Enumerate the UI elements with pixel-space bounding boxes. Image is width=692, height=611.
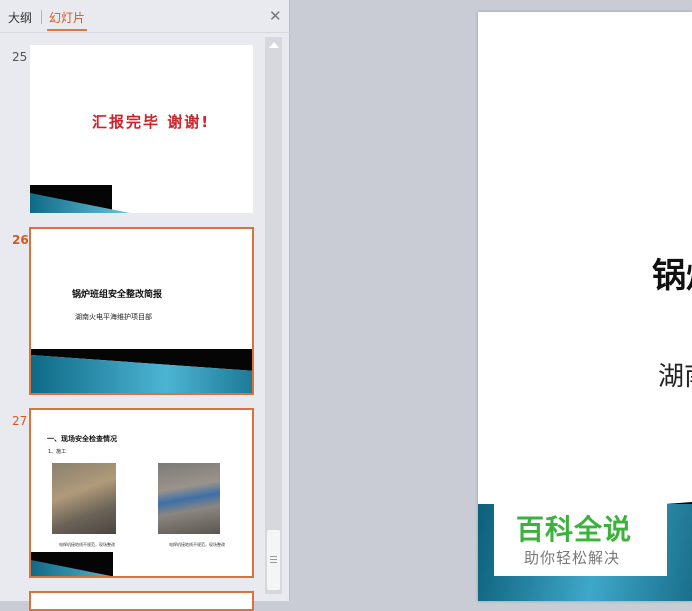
watermark-sub-text: 助你轻松解决 [524,549,621,567]
slide-thumbnail-26[interactable]: 锅炉班组安全整改简报 湖南火电平海维护项目部 [29,227,254,395]
slide-thumbnail-25[interactable]: 汇报完毕 谢谢! [30,45,253,213]
panel-tabs: 大纲 幻灯片 ✕ [0,0,290,33]
slide-number: 25 [12,50,28,64]
slide-panel: 大纲 幻灯片 ✕ 25 汇报完毕 谢谢! 26 锅炉班组安全整改简报 湖南火电平… [0,0,290,611]
slide-number: 27 [12,414,28,428]
grip-line [270,559,277,560]
slide-thumbnail-28[interactable] [29,591,254,611]
grip-line [270,562,277,563]
slide-decoration [31,552,113,576]
slide-number-active: 26 [12,233,29,247]
watermark: 百科全说 助你轻松解决 [494,500,667,576]
tab-slides[interactable]: 幻灯片 [46,9,88,31]
site-photo-left [52,463,116,534]
main-slide-subtitle[interactable]: 湖南火电平海维护项目部 [658,356,692,393]
thanks-text: 汇报完毕 谢谢! [92,113,211,131]
slide-title: 锅炉班组安全整改简报 [72,290,163,300]
slide-thumbnail-27[interactable]: 一、现场安全检查情况 1、施工 电焊机接地线不规范，现场整改 电焊机接地线不规范… [29,408,254,578]
slide-subtitle: 湖南火电平海维护项目部 [75,313,152,321]
tab-separator [41,10,42,24]
photo-caption-left: 电焊机接地线不规范，现场整改 [59,542,115,547]
grip-line [270,556,277,557]
scrollbar[interactable] [265,37,282,594]
slide-decoration [31,349,252,393]
slide-subheading: 1、施工 [48,449,67,455]
scroll-up-icon[interactable] [269,42,279,48]
photo-caption-right: 电焊机接地线不规范，现场整改 [169,542,225,547]
watermark-main-text: 百科全说 [516,513,633,546]
tab-outline[interactable]: 大纲 [8,9,32,26]
scrollbar-thumb[interactable] [267,530,280,590]
tab-divider [0,32,290,33]
slide-heading: 一、现场安全检查情况 [47,435,117,443]
slide-decoration [30,185,130,213]
main-slide-title[interactable]: 锅炉班组安全整改简报 [652,248,692,297]
site-photo-right [158,463,220,534]
close-icon[interactable]: ✕ [269,7,282,25]
